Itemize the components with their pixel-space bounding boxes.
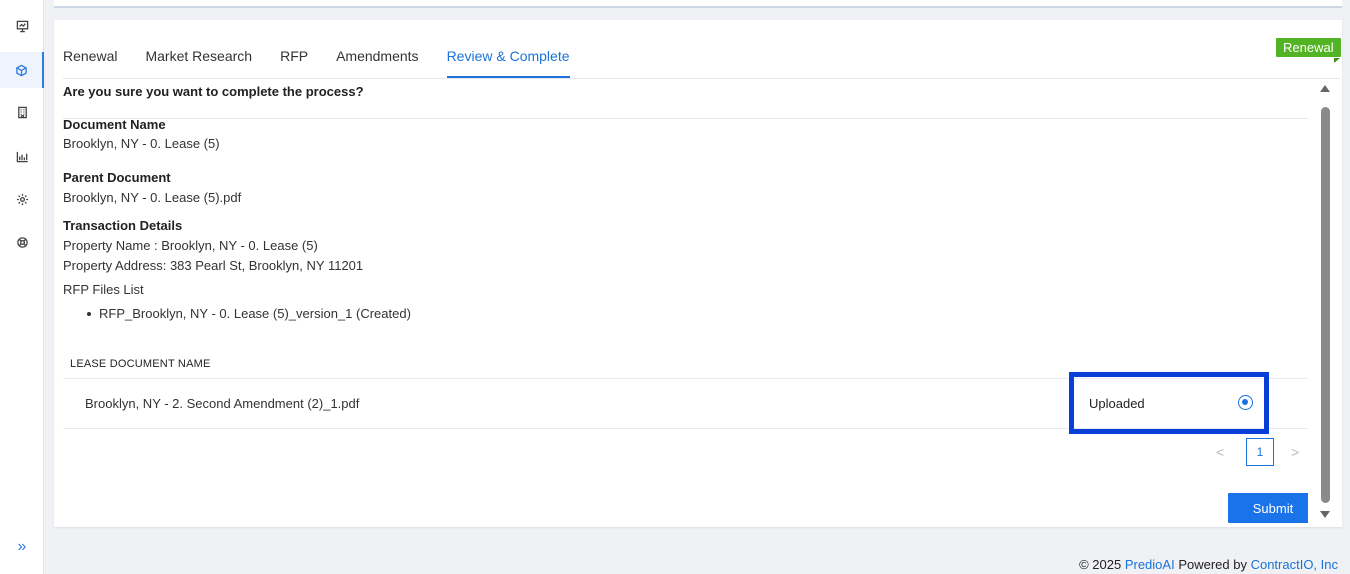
footer-company-link[interactable]: ContractIO, Inc [1251, 557, 1338, 572]
property-name: Property Name : Brooklyn, NY - 0. Lease … [63, 238, 318, 253]
upload-status: Uploaded [1089, 396, 1145, 411]
document-name-label: Document Name [63, 117, 166, 132]
footer-powered-by: Powered by [1174, 557, 1251, 572]
pagination-prev-icon[interactable]: < [1216, 444, 1224, 460]
sidebar-item-dashboard[interactable] [0, 8, 44, 44]
content-divider [63, 118, 1308, 119]
tab-amendments[interactable]: Amendments [336, 46, 418, 78]
footer-copyright: © 2025 [1079, 557, 1125, 572]
sidebar-item-support[interactable] [0, 224, 44, 260]
process-tabs: Renewal Market Research RFP Amendments R… [63, 46, 598, 78]
building-icon [17, 106, 27, 118]
gear-icon [16, 193, 28, 205]
list-bullet [87, 312, 91, 316]
footer-brand-link[interactable]: PredioAI [1125, 557, 1175, 572]
sidebar-item-properties[interactable] [0, 94, 44, 130]
pagination-page-button[interactable]: 1 [1246, 438, 1274, 466]
process-card: Renewal Market Research RFP Amendments R… [54, 20, 1342, 527]
parent-document-value: Brooklyn, NY - 0. Lease (5).pdf [63, 190, 242, 205]
tab-market-research[interactable]: Market Research [145, 46, 252, 78]
presentation-icon [16, 20, 28, 32]
sidebar-item-reports[interactable] [0, 138, 44, 174]
cube-icon [15, 64, 27, 76]
lifebuoy-icon [16, 236, 28, 248]
parent-document-label: Parent Document [63, 170, 171, 185]
tab-review-complete[interactable]: Review & Complete [446, 46, 570, 78]
tab-rfp[interactable]: RFP [280, 46, 308, 78]
expand-sidebar-icon[interactable]: » [0, 534, 44, 560]
bar-chart-icon [16, 151, 28, 162]
sidebar-item-leases[interactable] [0, 52, 44, 88]
scroll-up-icon[interactable] [1320, 85, 1330, 92]
review-content: Are you sure you want to complete the pr… [63, 80, 1308, 525]
tab-renewal[interactable]: Renewal [63, 46, 117, 78]
ribbon-fold [1334, 58, 1340, 63]
lease-select-radio[interactable] [1238, 395, 1253, 410]
rfp-files-label: RFP Files List [63, 282, 144, 297]
scrollbar-thumb[interactable] [1321, 107, 1330, 503]
rfp-file-item: RFP_Brooklyn, NY - 0. Lease (5)_version_… [99, 306, 411, 321]
renewal-ribbon-badge: Renewal [1276, 38, 1341, 57]
sidebar: » [0, 0, 44, 574]
document-name-value: Brooklyn, NY - 0. Lease (5) [63, 136, 220, 151]
lease-document-name: Brooklyn, NY - 2. Second Amendment (2)_1… [85, 396, 360, 411]
scroll-down-icon[interactable] [1320, 511, 1330, 518]
pagination-next-icon[interactable]: > [1291, 444, 1299, 460]
footer: © 2025 PredioAI Powered by ContractIO, I… [1079, 557, 1338, 572]
property-address: Property Address: 383 Pearl St, Brooklyn… [63, 258, 364, 273]
submit-button[interactable]: Submit [1228, 493, 1308, 523]
confirm-question: Are you sure you want to complete the pr… [63, 84, 364, 99]
sidebar-item-settings[interactable] [0, 181, 44, 217]
transaction-details-label: Transaction Details [63, 218, 183, 233]
lease-table-header: LEASE DOCUMENT NAME [70, 358, 211, 370]
tabs-divider [63, 78, 1340, 79]
top-band [54, 0, 1342, 8]
